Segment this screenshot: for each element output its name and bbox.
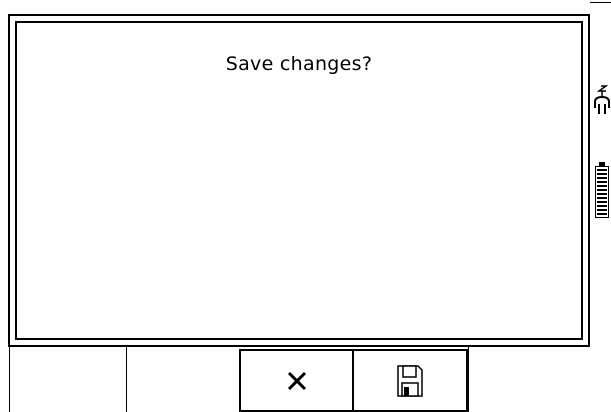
save-button[interactable]	[352, 349, 468, 412]
softkey-2[interactable]	[126, 347, 239, 412]
save-dialog: Save changes?	[8, 14, 590, 347]
battery-icon	[595, 162, 609, 218]
dialog-message: Save changes?	[225, 53, 373, 75]
softkey-5[interactable]	[468, 347, 611, 412]
softkey-1[interactable]	[9, 347, 126, 412]
header-divider	[590, 2, 611, 3]
close-icon	[287, 371, 306, 390]
power-plug-icon	[594, 85, 610, 114]
status-area	[592, 80, 611, 230]
cancel-button[interactable]	[239, 349, 354, 412]
save-disk-icon	[397, 364, 423, 397]
dialog-panel: Save changes?	[15, 21, 583, 340]
softkey-bar	[0, 347, 611, 412]
